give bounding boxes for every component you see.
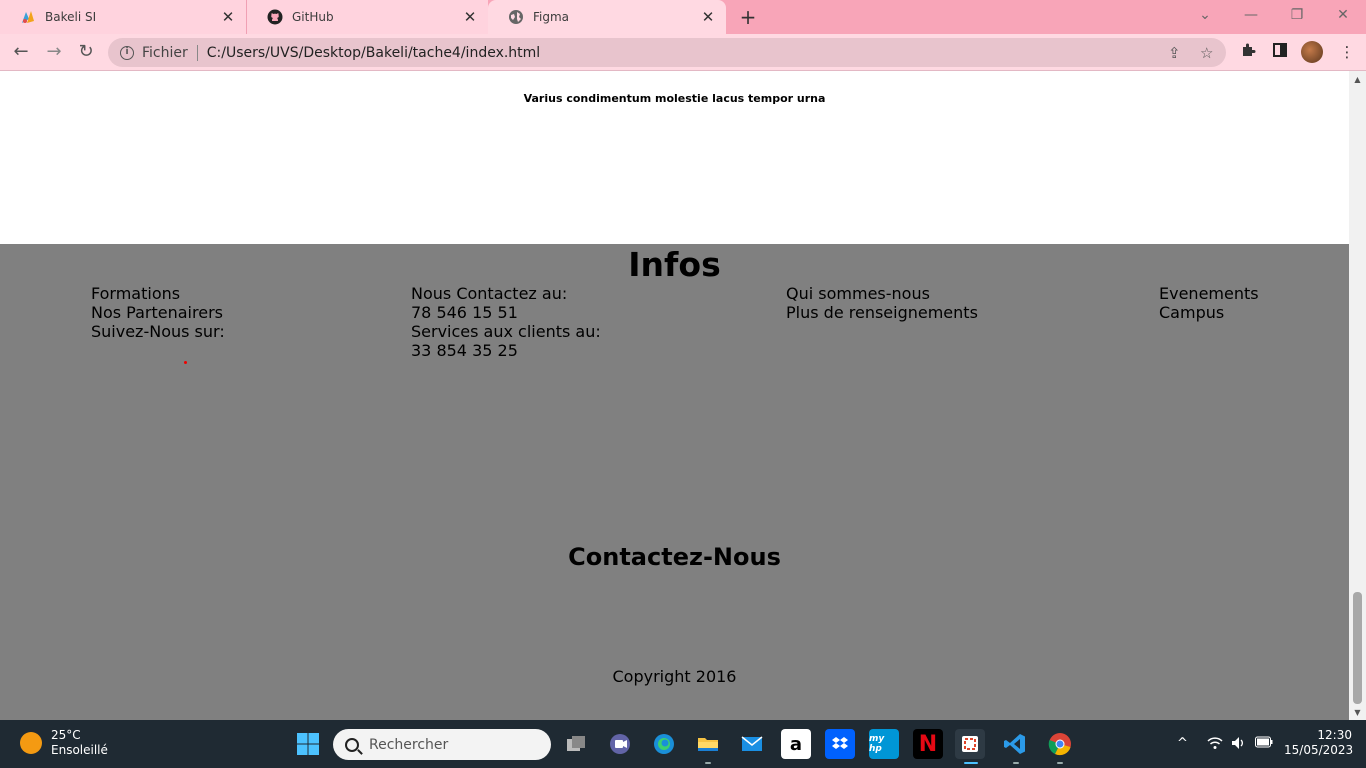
close-icon[interactable]: ✕ [220, 9, 236, 25]
contact-heading: Contactez-Nous [568, 543, 781, 571]
content-section: Varius condimentum molestie lacus tempor… [0, 71, 1349, 244]
search-icon [345, 737, 359, 752]
reload-icon[interactable]: ↻ [74, 40, 98, 64]
tab-title: Figma [533, 10, 570, 24]
running-indicator [1013, 762, 1019, 764]
battery-icon[interactable] [1255, 736, 1273, 752]
clock-time: 12:30 [1317, 728, 1352, 742]
teams-chat-icon[interactable] [605, 729, 635, 759]
search-placeholder: Rechercher [369, 736, 449, 753]
globe-icon [508, 9, 524, 25]
footer-follow-label: Suivez-Nous sur: [91, 322, 225, 341]
tab-github[interactable]: GitHub ✕ [246, 0, 488, 34]
tab-figma[interactable]: Figma ✕ [488, 0, 726, 34]
running-indicator [705, 762, 711, 764]
weather-temp: 25°C [51, 728, 81, 742]
menu-kebab-icon[interactable]: ⋮ [1337, 42, 1357, 62]
system-clock[interactable]: 12:30 15/05/2023 [1284, 728, 1354, 758]
scheme-label: Fichier [142, 44, 188, 61]
clock-date: 15/05/2023 [1284, 743, 1354, 757]
task-view-icon[interactable] [561, 729, 591, 759]
info-icon[interactable]: i [120, 45, 134, 60]
windows-start-icon[interactable] [293, 729, 323, 759]
side-panel-icon[interactable] [1270, 42, 1290, 62]
infos-heading: Infos [628, 245, 721, 284]
minimize-button[interactable]: — [1228, 0, 1274, 30]
browser-toolbar: ← → ↻ i Fichier C:/Users/UVS/Desktop/Bak… [0, 34, 1366, 71]
window-close-button[interactable]: ✕ [1320, 0, 1366, 30]
share-icon[interactable]: ⇪ [1168, 44, 1181, 62]
sun-icon [20, 732, 42, 754]
taskbar-search-box[interactable]: Rechercher [333, 729, 551, 760]
extensions-puzzle-icon[interactable] [1238, 42, 1258, 62]
file-explorer-icon[interactable] [693, 729, 723, 759]
mail-icon[interactable] [737, 729, 767, 759]
bookmark-star-icon[interactable]: ☆ [1200, 44, 1213, 62]
snipping-tool-icon[interactable] [955, 729, 985, 759]
github-icon [267, 9, 283, 25]
footer-column-4: Evenements Campus [1159, 284, 1259, 322]
divider [196, 44, 198, 61]
new-tab-button[interactable]: + [736, 5, 760, 29]
url-text[interactable]: C:/Users/UVS/Desktop/Bakeli/tache4/index… [207, 45, 540, 61]
tab-title: GitHub [292, 10, 334, 24]
volume-icon[interactable] [1231, 736, 1247, 754]
footer-link-partenaires[interactable]: Nos Partenairers [91, 303, 225, 322]
amazon-icon[interactable]: a [781, 729, 811, 759]
browser-tab-bar: Bakeli SI ✕ GitHub ✕ Figma ✕ + ⌄ — ❐ ✕ [0, 0, 1366, 34]
scrollbar-thumb[interactable] [1353, 592, 1362, 704]
address-bar[interactable]: i Fichier C:/Users/UVS/Desktop/Bakeli/ta… [108, 38, 1226, 67]
vscode-icon[interactable] [1000, 729, 1030, 759]
client-services-phone: 33 854 35 25 [411, 341, 518, 360]
back-arrow-icon[interactable]: ← [9, 40, 33, 64]
weather-widget[interactable]: 25°C Ensoleillé [20, 728, 108, 758]
scroll-down-arrow-icon[interactable]: ▼ [1353, 708, 1362, 717]
weather-condition: Ensoleillé [51, 743, 108, 757]
footer-link-campus[interactable]: Campus [1159, 303, 1259, 322]
client-services-label: Services aux clients au: [411, 322, 601, 341]
profile-avatar[interactable] [1301, 41, 1323, 63]
contact-phone: 78 546 15 51 [411, 303, 518, 322]
chevron-down-icon[interactable]: ⌄ [1182, 0, 1228, 30]
tagline-text: Varius condimentum molestie lacus tempor… [523, 92, 826, 105]
close-icon[interactable]: ✕ [700, 9, 716, 25]
vertical-scrollbar[interactable]: ▲ ▼ [1349, 71, 1366, 721]
windows-taskbar: 25°C Ensoleillé Rechercher a my hp N ^ 1… [0, 720, 1366, 768]
page-viewport: Varius condimentum molestie lacus tempor… [0, 71, 1349, 721]
footer-column-2: Nous Contactez au: 78 546 15 51 Services… [411, 284, 601, 360]
footer-column-1: Formations Nos Partenairers Suivez-Nous … [91, 284, 225, 341]
copyright-text: Copyright 2016 [612, 667, 737, 686]
netflix-icon[interactable]: N [913, 729, 943, 759]
myhp-icon[interactable]: my hp [869, 729, 899, 759]
close-icon[interactable]: ✕ [462, 9, 478, 25]
chrome-icon[interactable] [1045, 729, 1075, 759]
tab-title: Bakeli SI [45, 10, 97, 24]
bakeli-icon [20, 9, 36, 25]
footer-column-3: Qui sommes-nous Plus de renseignements [786, 284, 978, 322]
wifi-icon[interactable] [1207, 736, 1223, 754]
footer-link-about[interactable]: Qui sommes-nous [786, 284, 978, 303]
footer-link-more-info[interactable]: Plus de renseignements [786, 303, 978, 322]
contact-label: Nous Contactez au: [411, 284, 568, 303]
chevron-up-icon[interactable]: ^ [1177, 736, 1188, 751]
dropbox-icon[interactable] [825, 729, 855, 759]
footer-link-events[interactable]: Evenements [1159, 284, 1259, 303]
running-indicator [1057, 762, 1063, 764]
forward-arrow-icon[interactable]: → [42, 40, 66, 64]
footer-link-formations[interactable]: Formations [91, 284, 225, 303]
restore-button[interactable]: ❐ [1274, 0, 1320, 30]
red-dot [184, 361, 187, 364]
scroll-up-arrow-icon[interactable]: ▲ [1353, 75, 1362, 84]
tab-bakeli[interactable]: Bakeli SI ✕ [0, 0, 246, 34]
edge-icon[interactable] [649, 729, 679, 759]
active-indicator [964, 762, 978, 764]
footer: Infos Formations Nos Partenairers Suivez… [0, 244, 1349, 721]
